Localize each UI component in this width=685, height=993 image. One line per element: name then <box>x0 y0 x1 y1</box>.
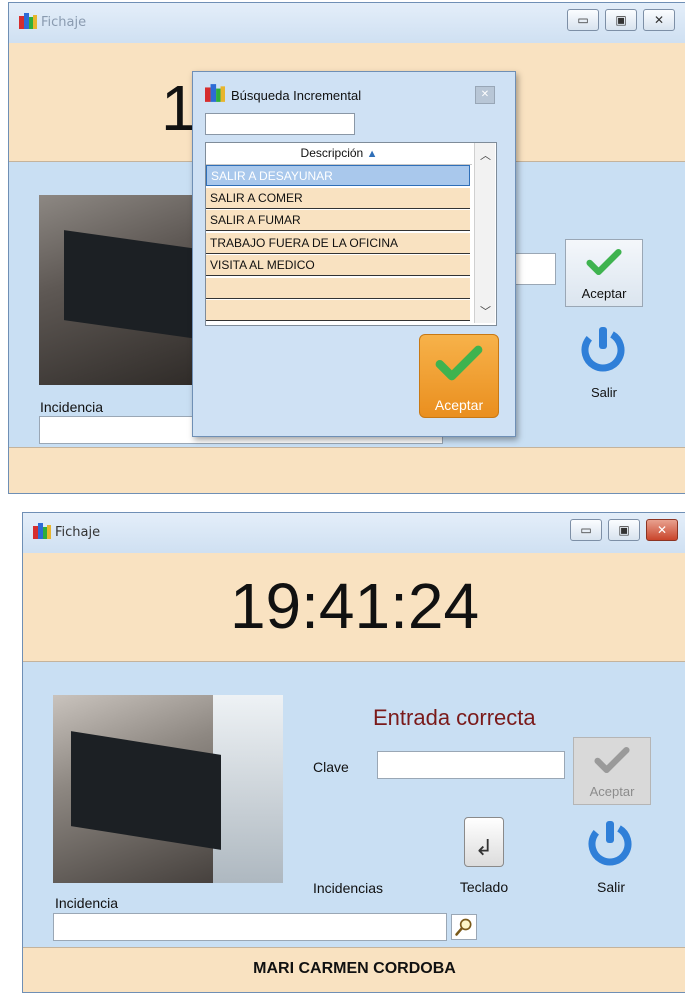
power-icon <box>581 327 625 372</box>
clock-band: 19:41:24 <box>23 553 685 662</box>
aceptar-label: Aceptar <box>581 286 627 301</box>
list-item[interactable]: SALIR A DESAYUNAR <box>206 165 470 186</box>
salir-label: Salir <box>596 879 625 895</box>
dialog-aceptar-button[interactable]: Aceptar <box>419 334 499 418</box>
webcam-preview <box>39 195 199 385</box>
scroll-down-icon[interactable]: ﹀ <box>480 303 491 319</box>
bottom-titlebar[interactable]: Fichaje ▭ ▣ ✕ <box>23 513 685 553</box>
close-button[interactable]: ✕ <box>646 519 678 541</box>
list-item[interactable] <box>206 300 470 321</box>
maximize-icon: ▣ <box>615 13 627 27</box>
incidencia-field[interactable] <box>53 913 447 941</box>
list-item[interactable] <box>206 277 470 299</box>
close-button[interactable]: ✕ <box>643 9 675 31</box>
check-icon <box>594 746 630 774</box>
salir-button[interactable]: Salir <box>569 321 639 405</box>
list-rows: SALIR A DESAYUNAR SALIR A COMER SALIR A FU… <box>206 165 472 323</box>
window-controls: ▭ ▣ ✕ <box>570 519 685 541</box>
busqueda-incremental-dialog: Búsqueda Incremental ✕ Descripción ▲ SAL… <box>192 71 516 437</box>
dialog-title: Búsqueda Incremental <box>231 88 362 103</box>
app-icon <box>33 523 51 539</box>
list-item[interactable]: SALIR A FUMAR <box>206 210 470 231</box>
teclado-label: Teclado <box>459 879 509 895</box>
list-item[interactable]: TRABAJO FUERA DE LA OFICINA <box>206 232 470 254</box>
description-list: Descripción ▲ SALIR A DESAYUNAR SALIR A C… <box>205 142 497 326</box>
clock-display: 19:41:24 <box>229 570 480 642</box>
dialog-close-button[interactable]: ✕ <box>475 86 495 104</box>
minimize-icon: ▭ <box>580 523 592 537</box>
check-icon <box>435 345 483 381</box>
bottom-window: Fichaje ▭ ▣ ✕ 19:41:24 Entrada correcta … <box>22 512 685 993</box>
check-icon <box>586 248 622 276</box>
window-controls: ▭ ▣ ✕ <box>567 9 683 31</box>
column-header-descripcion[interactable]: Descripción ▲ <box>206 143 472 165</box>
minimize-button[interactable]: ▭ <box>567 9 599 31</box>
incidencia-label: Incidencia <box>40 399 104 415</box>
dialog-aceptar-label: Aceptar <box>434 397 484 413</box>
close-icon: ✕ <box>656 523 668 537</box>
user-name: MARI CARMEN CORDOBA <box>253 960 456 977</box>
list-item[interactable]: SALIR A COMER <box>206 187 470 209</box>
maximize-icon: ▣ <box>618 523 630 537</box>
close-icon: ✕ <box>480 89 490 100</box>
incidencias-label[interactable]: Incidencias <box>313 880 383 896</box>
window-title: Fichaje <box>55 525 101 540</box>
clave-field[interactable] <box>514 253 556 285</box>
enter-key-icon: ↲ <box>464 817 504 867</box>
list-scrollbar[interactable]: ︿ ﹀ <box>474 143 495 323</box>
power-icon <box>588 821 632 866</box>
salir-button[interactable]: Salir <box>576 813 646 899</box>
window-title: Fichaje <box>41 15 87 30</box>
search-icon <box>455 918 472 936</box>
incidencia-label: Incidencia <box>55 895 119 911</box>
close-icon: ✕ <box>653 13 665 27</box>
status-message: Entrada correcta <box>373 705 536 730</box>
status-bar <box>9 447 685 493</box>
app-icon <box>19 13 37 29</box>
maximize-button[interactable]: ▣ <box>605 9 637 31</box>
minimize-button[interactable]: ▭ <box>570 519 602 541</box>
app-icon <box>205 84 225 102</box>
minimize-icon: ▭ <box>577 13 589 27</box>
salir-label: Salir <box>590 385 617 400</box>
sort-up-icon: ▲ <box>366 148 378 160</box>
aceptar-label: Aceptar <box>589 784 635 799</box>
webcam-preview <box>53 695 283 883</box>
teclado-button[interactable]: ↲ Teclado <box>447 813 521 899</box>
clave-field[interactable] <box>377 751 565 779</box>
scroll-up-icon[interactable]: ︿ <box>480 147 491 163</box>
aceptar-button[interactable]: Aceptar <box>565 239 643 307</box>
incidencia-search-button[interactable] <box>451 914 477 940</box>
top-titlebar[interactable]: Fichaje ▭ ▣ ✕ <box>9 3 685 43</box>
maximize-button[interactable]: ▣ <box>608 519 640 541</box>
incremental-search-input[interactable] <box>205 113 355 135</box>
clave-label: Clave <box>313 759 349 775</box>
aceptar-button[interactable]: Aceptar <box>573 737 651 805</box>
status-bar: MARI CARMEN CORDOBA <box>23 947 685 992</box>
list-item[interactable]: VISITA AL MEDICO <box>206 255 470 276</box>
